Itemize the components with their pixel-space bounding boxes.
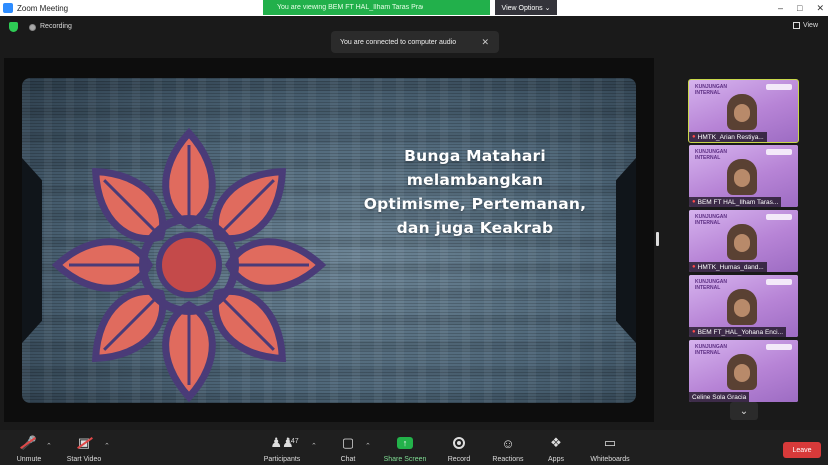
mic-muted-icon: ●: [692, 134, 696, 140]
record-icon: [453, 437, 465, 449]
audio-options-caret[interactable]: ⌃: [46, 442, 52, 450]
avatar: [727, 289, 757, 325]
chat-label: Chat: [340, 456, 356, 463]
recording-label[interactable]: Recording: [40, 23, 72, 30]
participants-count: 147: [287, 438, 299, 445]
view-button[interactable]: View: [792, 22, 818, 29]
avatar: [727, 224, 757, 260]
zoom-logo-icon: [3, 3, 13, 13]
thumb-brand: KUNJUNGAN INTERNAL: [695, 149, 727, 161]
close-icon[interactable]: ✕: [481, 37, 489, 48]
thumb-brand: KUNJUNGAN INTERNAL: [695, 84, 727, 96]
close-window-icon[interactable]: ✕: [816, 3, 824, 14]
apps-icon: ❖: [550, 435, 562, 450]
participant-nameplate: ● HMTK_Humas_dand...: [689, 262, 767, 272]
record-label: Record: [447, 456, 471, 463]
participant-nameplate: ● HMTK_Arian Restiya...: [689, 132, 767, 142]
mic-muted-icon: 🎤: [20, 435, 38, 450]
participant-tile[interactable]: KUNJUNGAN INTERNAL ● HMTK_Arian Restiya.…: [688, 79, 799, 143]
mic-muted-icon: ●: [692, 264, 696, 270]
slide-line: melambangkan: [406, 171, 544, 189]
reactions-label: Reactions: [492, 456, 524, 463]
participant-tile[interactable]: KUNJUNGAN INTERNAL ● BEM FT_HAL_Yohana E…: [689, 275, 798, 337]
apps-label: Apps: [548, 456, 564, 463]
chat-options-caret[interactable]: ⌃: [365, 442, 371, 450]
participant-name: BEM FT HAL_Ilham Taras...: [697, 198, 779, 206]
participants-button[interactable]: ♟♟ 147 Participants: [254, 435, 310, 463]
title-bar: Zoom Meeting You are viewing BEM FT HAL_…: [0, 0, 828, 16]
participant-name: BEM FT_HAL_Yohana Enci...: [697, 328, 784, 336]
slide-text: Bunga Matahari melambangkan Optimisme, P…: [340, 144, 610, 240]
minimize-icon[interactable]: –: [778, 3, 783, 13]
participant-tile[interactable]: KUNJUNGAN INTERNAL ● HMTK_Humas_dand...: [689, 210, 798, 272]
window-title: Zoom Meeting: [17, 3, 69, 13]
share-banner-text: You are viewing BEM FT HAL_Ilham Taras P…: [277, 4, 423, 11]
shared-screen: Bunga Matahari melambangkan Optimisme, P…: [4, 58, 654, 422]
participant-tile[interactable]: KUNJUNGAN INTERNAL ● BEM FT HAL_Ilham Ta…: [689, 145, 798, 207]
share-screen-icon: ↑: [397, 437, 413, 449]
thumb-logos: [766, 149, 792, 155]
slide-line: Bunga Matahari: [404, 147, 546, 165]
audio-connected-toast: You are connected to computer audio ✕: [331, 31, 499, 53]
whiteboard-icon: ▭: [603, 435, 617, 450]
slide-line: dan juga Keakrab: [396, 219, 554, 237]
participant-nameplate: ● BEM FT HAL_Ilham Taras...: [689, 197, 782, 207]
participant-name: Celine Sola Gracia: [692, 393, 747, 401]
mic-muted-icon: ●: [692, 199, 696, 205]
record-icon: [29, 24, 36, 31]
start-video-label: Start Video: [66, 456, 102, 463]
thumb-logos: [766, 279, 792, 285]
avatar: [727, 94, 757, 130]
reactions-icon: ☺: [501, 435, 515, 451]
split-view-handle[interactable]: [656, 232, 659, 246]
chevron-down-icon: ⌄: [739, 405, 749, 417]
slide-line: Optimisme, Pertemanan,: [363, 195, 587, 213]
window-controls: – □ ✕: [778, 0, 824, 16]
meeting-toolbar: 🎤 Unmute ⌃ ▣ Start Video ⌃ ♟♟ 147 Partic…: [0, 430, 828, 465]
view-options-button[interactable]: View Options ⌄: [495, 0, 557, 15]
toast-message: You are connected to computer audio: [340, 38, 457, 46]
thumb-logos: [766, 344, 792, 350]
record-button[interactable]: Record: [431, 435, 487, 463]
shield-icon[interactable]: [9, 22, 18, 32]
participant-strip: KUNJUNGAN INTERNAL ● HMTK_Arian Restiya.…: [688, 79, 800, 405]
view-label: View: [802, 22, 818, 29]
participants-label: Participants: [263, 456, 301, 463]
unmute-label: Unmute: [16, 456, 42, 463]
participant-tile[interactable]: KUNJUNGAN INTERNAL Celine Sola Gracia: [689, 340, 798, 402]
share-screen-label: Share Screen: [383, 456, 427, 463]
thumb-brand: KUNJUNGAN INTERNAL: [695, 279, 727, 291]
slide-right-bracket: [616, 158, 636, 343]
screen-share-banner: You are viewing BEM FT HAL_Ilham Taras P…: [263, 0, 557, 15]
grid-view-icon: [792, 22, 800, 29]
video-options-caret[interactable]: ⌃: [104, 442, 110, 450]
more-participants-button[interactable]: ⌄: [730, 402, 758, 420]
sunflower-illustration: [51, 127, 327, 403]
chat-icon: ▢: [341, 435, 355, 450]
leave-button[interactable]: Leave: [783, 442, 821, 458]
participants-options-caret[interactable]: ⌃: [311, 442, 317, 450]
participant-nameplate: ● BEM FT_HAL_Yohana Enci...: [689, 327, 787, 337]
participant-name: HMTK_Humas_dand...: [697, 263, 764, 271]
participant-name: HMTK_Arian Restiya...: [697, 133, 764, 141]
presentation-slide: Bunga Matahari melambangkan Optimisme, P…: [22, 78, 636, 403]
maximize-icon[interactable]: □: [797, 3, 802, 13]
slide-left-bracket: [22, 158, 42, 343]
thumb-logos: [766, 84, 792, 90]
whiteboards-label: Whiteboards: [590, 456, 630, 463]
thumb-brand: KUNJUNGAN INTERNAL: [695, 344, 727, 356]
thumb-brand: KUNJUNGAN INTERNAL: [695, 214, 727, 226]
avatar: [727, 159, 757, 195]
avatar: [727, 354, 757, 390]
apps-button[interactable]: ❖ Apps: [528, 435, 584, 463]
video-off-icon: ▣: [77, 435, 91, 450]
thumb-logos: [766, 214, 792, 220]
share-screen-button[interactable]: ↑ Share Screen: [377, 435, 433, 463]
zoom-window: Zoom Meeting You are viewing BEM FT HAL_…: [0, 0, 828, 465]
participant-nameplate: Celine Sola Gracia: [689, 392, 750, 402]
mic-muted-icon: ●: [692, 329, 696, 335]
whiteboards-button[interactable]: ▭ Whiteboards: [582, 435, 638, 463]
